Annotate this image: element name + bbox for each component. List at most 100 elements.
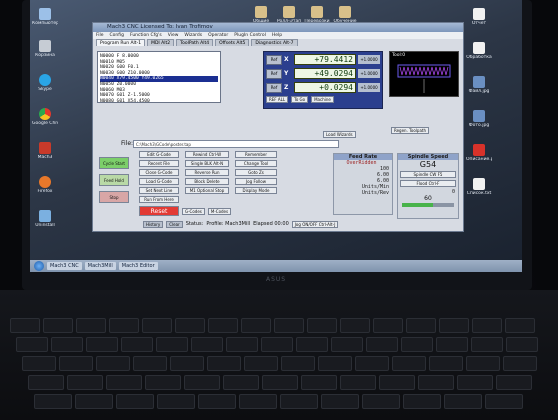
start-icon[interactable]: [34, 261, 44, 271]
tab-program-run[interactable]: Program Run Alt-1: [96, 39, 146, 46]
skype-icon: [39, 74, 51, 86]
tab-offsets[interactable]: Offsets Alt5: [215, 39, 250, 46]
desktop-icon-firefox[interactable]: Firefox: [32, 176, 58, 194]
change-tool-button[interactable]: Change Tool: [235, 160, 277, 167]
menu-config[interactable]: Config: [110, 32, 124, 39]
set-next-line-button[interactable]: Set Next Line: [139, 187, 179, 194]
tab-mdi[interactable]: MDI Alt2: [147, 39, 175, 46]
taskbar-item[interactable]: Mach3 CNC: [47, 262, 82, 270]
keyboard-key: [145, 375, 181, 390]
sro-slider-fill: [402, 203, 434, 207]
folder-icon: [311, 6, 323, 18]
units-per-rev: Units/Rev: [361, 190, 389, 196]
desktop-icon-pdf[interactable]: Описание.pdf: [466, 144, 492, 162]
trash-icon: [39, 40, 51, 52]
menu-view[interactable]: View: [168, 32, 179, 39]
keyboard-key: [321, 394, 359, 409]
reset-button[interactable]: Reset: [139, 206, 179, 216]
desktop-icon-skype[interactable]: Skype: [32, 74, 58, 92]
menu-plugin-control[interactable]: PlugIn Control: [234, 32, 266, 39]
close-gcode-button[interactable]: Close G-Code: [139, 169, 179, 176]
window-title: Mach3 CNC Licensed To: Ivan Trofimov: [93, 23, 463, 32]
ref-x-button[interactable]: Ref: [266, 54, 282, 65]
dro-z[interactable]: +0.0294: [294, 82, 356, 93]
doc-icon: [473, 42, 485, 54]
recent-file-button[interactable]: Recent File: [139, 160, 179, 167]
menu-bar: File Config Function Cfg's View Wizards …: [93, 32, 463, 39]
desktop-icon-report[interactable]: Отчет: [466, 8, 492, 26]
status-row: History Clear Status: Profile: Mach3Mill…: [143, 219, 455, 229]
block-delete-button[interactable]: Block Delete: [185, 178, 229, 185]
desktop-icon-image-1[interactable]: Файл.jpg: [466, 76, 492, 94]
menu-function-cfg[interactable]: Function Cfg's: [130, 32, 162, 39]
desktop-icon-chrome[interactable]: Google Chrome: [32, 108, 58, 126]
keyboard-key: [280, 394, 318, 409]
tab-diagnostics[interactable]: Diagnostics Alt-7: [251, 39, 298, 46]
regen-toolpath-button[interactable]: Regen. Toolpath: [391, 127, 430, 134]
desktop-icon-mach3[interactable]: Mach3: [32, 142, 58, 160]
keyboard-key: [16, 337, 48, 352]
dro-y[interactable]: +49.0294: [294, 68, 356, 79]
machine-button[interactable]: Machine: [311, 96, 334, 103]
taskbar-item[interactable]: Mach3 Editor: [118, 262, 158, 270]
feed-hold-button[interactable]: Feed Hold: [99, 174, 129, 186]
keyboard-key: [116, 394, 154, 409]
stop-button[interactable]: Stop: [99, 191, 129, 203]
jog-follow-button[interactable]: Jog Follow: [235, 178, 277, 185]
desktop-icon-uninstall[interactable]: Uninstall: [32, 210, 58, 228]
menu-wizards[interactable]: Wizards: [184, 32, 202, 39]
g-codes-button[interactable]: G-Codes: [182, 207, 205, 215]
desktop-icon-image-2[interactable]: Фото.jpg: [466, 110, 492, 128]
dro-x[interactable]: +79.4412: [294, 54, 356, 65]
folder-icon: [255, 6, 267, 18]
m-codes-button[interactable]: M-Codes: [207, 207, 232, 215]
tab-toolpath[interactable]: ToolPath Alt4: [176, 39, 214, 46]
edit-gcode-button[interactable]: Edit G-Code: [139, 151, 179, 158]
clear-button[interactable]: Clear: [166, 220, 183, 228]
jog-toggle-button[interactable]: Jog ON/OFF Ctrl-Alt-J: [291, 220, 339, 228]
keyboard-key: [301, 375, 337, 390]
m1-optional-stop-button[interactable]: M1 Optional Stop: [185, 187, 229, 194]
gcode-listing[interactable]: N0000 F 8.0000 N0010 M05 N0020 G00 F0.1 …: [97, 51, 221, 104]
folder-icon: [339, 6, 351, 18]
single-block-button[interactable]: Single BLK Alt-N: [185, 160, 229, 167]
keyboard-key: [296, 337, 328, 352]
taskbar-item[interactable]: Mach3Mill: [84, 262, 116, 270]
goto-zero-button[interactable]: Goto Zs: [235, 169, 277, 176]
ref-all-button[interactable]: REF ALL: [266, 96, 289, 103]
desktop-icon-trash[interactable]: Корзина: [32, 40, 58, 58]
display-mode-button[interactable]: Display Mode: [235, 187, 277, 194]
keyboard-key: [121, 337, 153, 352]
tool-remember-button[interactable]: Remember: [235, 151, 277, 158]
load-gcode-button[interactable]: Load G-Code: [139, 178, 179, 185]
keyboard-key: [401, 337, 433, 352]
history-button[interactable]: History: [143, 220, 164, 228]
toolpath-graphic: [397, 64, 451, 93]
menu-file[interactable]: File: [96, 32, 104, 39]
menu-operator[interactable]: Operator: [208, 32, 228, 39]
sro-slider[interactable]: [402, 203, 454, 207]
keyboard-key: [340, 318, 370, 333]
keyboard-key: [366, 337, 398, 352]
desktop-icon-computer[interactable]: Компьютер: [32, 8, 58, 26]
flood-button[interactable]: Flood Ctrl-F: [400, 180, 456, 187]
cycle-start-button[interactable]: Cycle Start: [99, 157, 129, 169]
to-go-button[interactable]: To Go: [291, 96, 309, 103]
run-from-here-button[interactable]: Run From Here: [139, 196, 179, 203]
rewind-button[interactable]: Rewind Ctrl-W: [185, 151, 229, 158]
desktop-icon-text[interactable]: Список.txt: [466, 178, 492, 196]
desktop-screen: Компьютер Корзина Skype Google Chrome Ma…: [30, 0, 522, 272]
ref-y-button[interactable]: Ref: [266, 68, 282, 79]
pdf-icon: [473, 144, 485, 156]
desktop-icon-processing[interactable]: Обработка: [466, 42, 492, 60]
keyboard-key: [392, 356, 426, 371]
load-wizards-button[interactable]: Load Wizards: [323, 131, 356, 138]
spindle-cw-button[interactable]: Spindle CW F5: [400, 171, 456, 178]
toolpath-display[interactable]: Tool:0: [389, 51, 459, 97]
keyboard-key: [485, 394, 523, 409]
ref-z-button[interactable]: Ref: [266, 82, 282, 93]
reverse-run-button[interactable]: Reverse Run: [185, 169, 229, 176]
doc-icon: [473, 178, 485, 190]
sro-percent[interactable]: 60: [398, 195, 458, 202]
menu-help[interactable]: Help: [272, 32, 282, 39]
